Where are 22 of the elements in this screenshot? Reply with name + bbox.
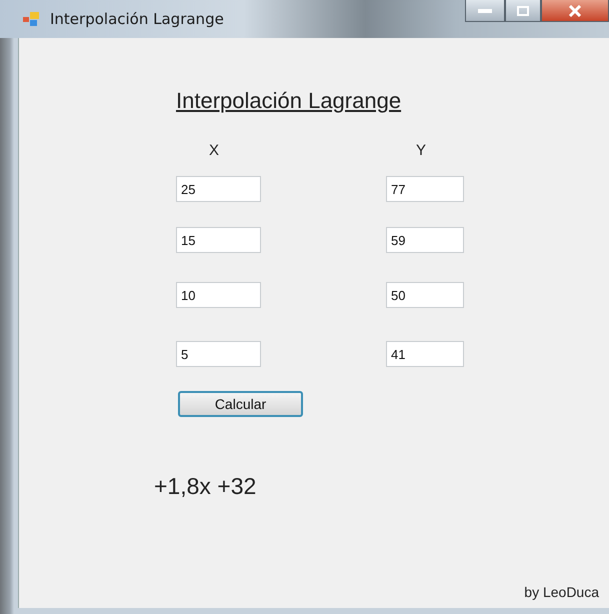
y-input-field[interactable]: 41 bbox=[386, 341, 464, 367]
x-input-field[interactable]: 10 bbox=[176, 282, 261, 308]
y-input-field[interactable]: 77 bbox=[386, 176, 464, 202]
window-title: Interpolación Lagrange bbox=[50, 10, 224, 28]
minimize-icon bbox=[478, 8, 492, 12]
maximize-icon bbox=[517, 6, 529, 16]
app-icon bbox=[22, 11, 42, 27]
form-heading: Interpolación Lagrange bbox=[176, 88, 402, 114]
y-input-field[interactable]: 59 bbox=[386, 227, 464, 253]
maximize-button[interactable] bbox=[505, 0, 541, 22]
column-label: Y bbox=[416, 142, 428, 161]
calculate-button[interactable]: Calcular bbox=[178, 391, 303, 417]
x-input-field[interactable]: 25 bbox=[176, 176, 261, 202]
close-button[interactable] bbox=[541, 0, 609, 22]
close-icon bbox=[568, 4, 582, 16]
x-input-field[interactable]: 15 bbox=[176, 227, 261, 253]
y-input-field[interactable]: 50 bbox=[386, 282, 464, 308]
result-text: +1,8x +32 bbox=[154, 473, 256, 500]
column-label: X bbox=[209, 142, 220, 161]
minimize-button[interactable] bbox=[465, 0, 505, 22]
x-input-field[interactable]: 5 bbox=[176, 341, 261, 367]
author-credit: by LeoDuca bbox=[524, 584, 599, 600]
